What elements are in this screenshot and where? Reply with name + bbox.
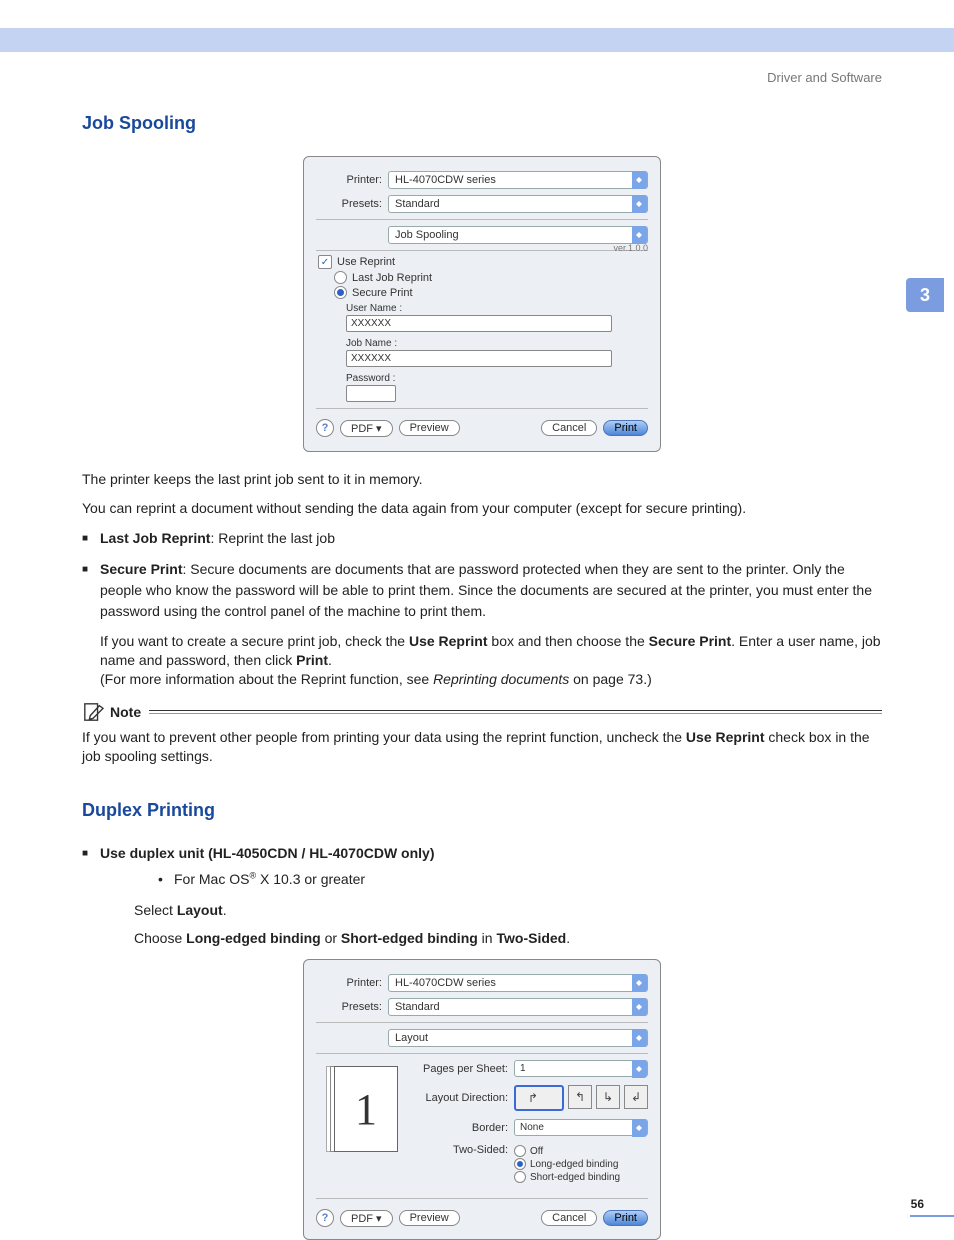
last-job-reprint-radio[interactable]: Last Job Reprint: [334, 271, 648, 284]
note-icon: [82, 702, 104, 722]
layout-direction-4[interactable]: ↲: [624, 1085, 648, 1109]
chevron-updown-icon: [632, 1029, 647, 1047]
chevron-updown-icon: [632, 171, 647, 189]
chapter-tab: 3: [906, 278, 944, 312]
printer-label: Printer:: [316, 977, 382, 989]
presets-label: Presets:: [316, 1001, 382, 1013]
body-text: Choose Long-edged binding or Short-edged…: [134, 927, 882, 949]
print-button[interactable]: Print: [603, 1210, 648, 1226]
page-number: 56: [911, 1197, 924, 1211]
print-button[interactable]: Print: [603, 420, 648, 436]
layout-direction-label: Layout Direction:: [414, 1092, 508, 1104]
body-text: If you want to create a secure print job…: [100, 632, 882, 689]
body-text: The printer keeps the last print job sen…: [82, 470, 882, 489]
layout-direction-3[interactable]: ↳: [596, 1085, 620, 1109]
list-item: Use duplex unit (HL-4050CDN / HL-4070CDW…: [82, 843, 882, 949]
jobname-field[interactable]: XXXXXX: [346, 350, 612, 367]
checkmark-icon: ✓: [318, 255, 332, 269]
breadcrumb: Driver and Software: [82, 70, 882, 85]
two-sided-label: Two-Sided:: [414, 1144, 508, 1156]
pane-select[interactable]: Job Spooling: [388, 226, 648, 244]
presets-label: Presets:: [316, 198, 382, 210]
pages-per-sheet-label: Pages per Sheet:: [414, 1063, 508, 1075]
cancel-button[interactable]: Cancel: [541, 1210, 597, 1226]
pane-select[interactable]: Layout: [388, 1029, 648, 1047]
use-reprint-checkbox[interactable]: ✓Use Reprint: [318, 255, 648, 269]
divider: [316, 408, 648, 409]
border-label: Border:: [414, 1122, 508, 1134]
radio-icon: [514, 1145, 526, 1157]
layout-direction-2[interactable]: ↰: [568, 1085, 592, 1109]
printer-select[interactable]: HL-4070CDW series: [388, 171, 648, 189]
presets-select[interactable]: Standard: [388, 195, 648, 213]
divider: [316, 1198, 648, 1199]
password-field[interactable]: [346, 385, 396, 402]
pdf-button[interactable]: PDF ▾: [340, 420, 393, 437]
printer-label: Printer:: [316, 174, 382, 186]
preview-button[interactable]: Preview: [399, 420, 460, 436]
list-item: For Mac OS® X 10.3 or greater: [158, 868, 882, 890]
two-sided-long-radio[interactable]: Long-edged binding: [514, 1158, 620, 1170]
footer-stripe: [910, 1215, 954, 1217]
divider: [316, 1053, 648, 1054]
chevron-updown-icon: [632, 974, 647, 992]
chevron-updown-icon: [632, 226, 647, 244]
section-title-duplex: Duplex Printing: [82, 800, 882, 821]
cancel-button[interactable]: Cancel: [541, 420, 597, 436]
help-icon[interactable]: ?: [316, 1209, 334, 1227]
jobname-label: Job Name :: [346, 338, 648, 349]
preview-button[interactable]: Preview: [399, 1210, 460, 1226]
version-text: ver.1.0.0: [316, 243, 648, 253]
username-label: User Name :: [346, 303, 648, 314]
divider: [316, 1022, 648, 1023]
body-text: You can reprint a document without sendi…: [82, 499, 882, 518]
pdf-button[interactable]: PDF ▾: [340, 1210, 393, 1227]
chevron-updown-icon: [632, 1119, 647, 1137]
radio-icon: [334, 286, 347, 299]
note-rule: [149, 710, 882, 714]
chevron-updown-icon: [632, 998, 647, 1016]
two-sided-short-radio[interactable]: Short-edged binding: [514, 1171, 620, 1183]
secure-print-radio[interactable]: Secure Print: [334, 286, 648, 299]
job-spooling-dialog: Printer: HL-4070CDW series Presets: Stan…: [303, 156, 661, 452]
top-accent-bar: [0, 28, 954, 52]
body-text: Select Layout.: [134, 899, 882, 921]
list-item: Last Job Reprint: Reprint the last job: [82, 528, 882, 549]
help-icon[interactable]: ?: [316, 419, 334, 437]
layout-direction-1[interactable]: ↱: [514, 1085, 564, 1111]
divider: [316, 219, 648, 220]
chevron-updown-icon: [632, 195, 647, 213]
pages-per-sheet-select[interactable]: 1: [514, 1060, 648, 1077]
chevron-updown-icon: [632, 1060, 647, 1078]
list-item: Secure Print: Secure documents are docum…: [82, 559, 882, 689]
border-select[interactable]: None: [514, 1119, 648, 1136]
page-thumbnail: 1: [334, 1066, 398, 1152]
note-label: Note: [110, 704, 141, 720]
printer-select[interactable]: HL-4070CDW series: [388, 974, 648, 992]
section-title-job-spooling: Job Spooling: [82, 113, 882, 134]
radio-icon: [514, 1158, 526, 1170]
username-field[interactable]: XXXXXX: [346, 315, 612, 332]
two-sided-off-radio[interactable]: Off: [514, 1145, 620, 1157]
presets-select[interactable]: Standard: [388, 998, 648, 1016]
note-text: If you want to prevent other people from…: [82, 728, 882, 766]
radio-icon: [334, 271, 347, 284]
layout-dialog: Printer: HL-4070CDW series Presets: Stan…: [303, 959, 661, 1240]
radio-icon: [514, 1171, 526, 1183]
password-label: Password :: [346, 373, 648, 384]
